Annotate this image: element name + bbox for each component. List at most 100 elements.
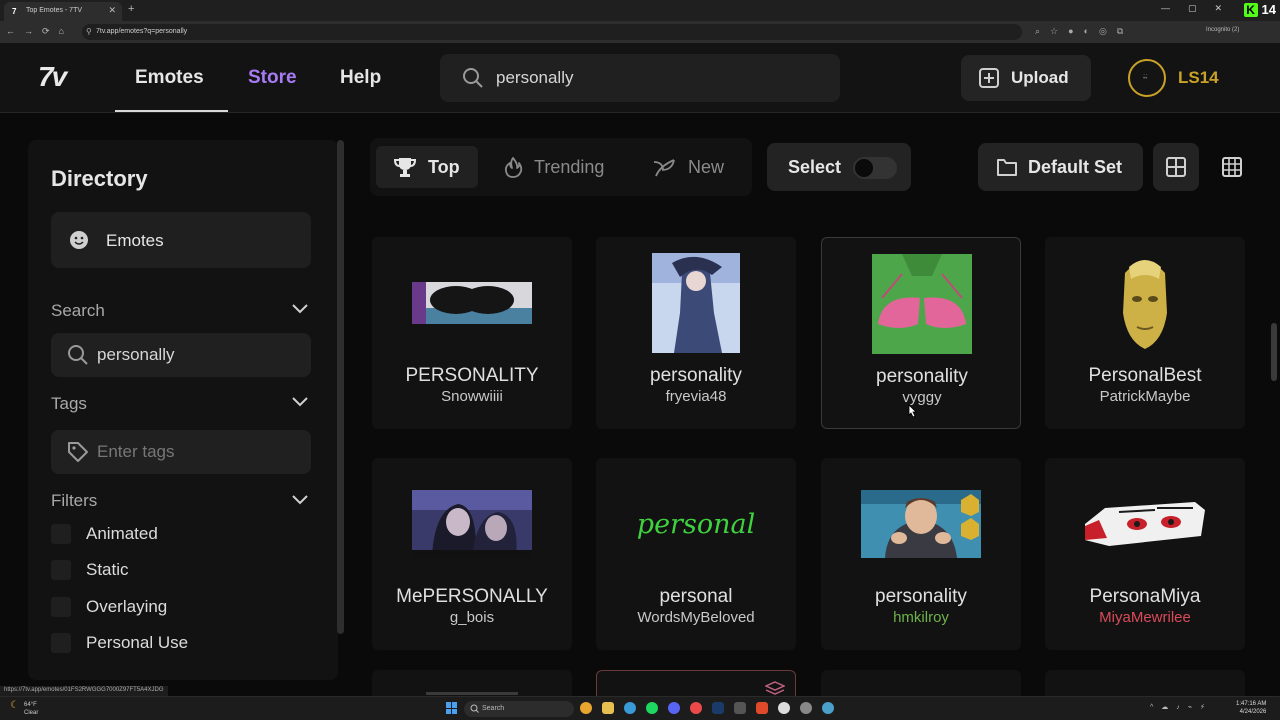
incognito-label[interactable]: Incognito (2) bbox=[1206, 27, 1239, 33]
url-text: 7tv.app/emotes?q=personally bbox=[96, 28, 188, 35]
edge-app-icon[interactable] bbox=[624, 702, 636, 714]
emote-name: PersonaMiya bbox=[1089, 586, 1201, 607]
sidebar-scrollbar[interactable] bbox=[337, 140, 344, 634]
emote-card[interactable]: MePERSONALLY g_bois bbox=[372, 458, 572, 650]
emote-owner[interactable]: MiyaMewrilee bbox=[1045, 609, 1245, 626]
trophy-icon bbox=[394, 158, 416, 177]
system-tray[interactable]: ^☁♪⌁⚡ bbox=[1150, 703, 1213, 711]
emote-name: personality bbox=[876, 366, 968, 387]
large-grid-view-button[interactable] bbox=[1153, 143, 1199, 191]
photoshop-app-icon[interactable] bbox=[712, 702, 724, 714]
clock-time: 1:47:16 AM bbox=[1236, 701, 1267, 707]
search-icon bbox=[470, 704, 479, 713]
select-toggle[interactable]: Select bbox=[767, 143, 911, 191]
terminal-app-icon[interactable] bbox=[734, 702, 746, 714]
address-bar-row: ←→⟳⌂ ⚲ 7tv.app/emotes?q=personally ⌕☆●◐◎… bbox=[0, 21, 1280, 43]
start-button[interactable] bbox=[446, 702, 458, 714]
emote-name: PersonalBest bbox=[1088, 365, 1202, 386]
mouse-cursor-icon bbox=[908, 404, 917, 418]
search-icon bbox=[463, 68, 483, 88]
7tv-logo[interactable]: 7v bbox=[38, 61, 67, 93]
emote-owner[interactable]: fryevia48 bbox=[596, 388, 796, 405]
emote-owner[interactable]: vyggy bbox=[822, 389, 1022, 406]
sidebar-item-emotes[interactable]: Emotes bbox=[51, 212, 311, 268]
default-set-button[interactable]: Default Set bbox=[978, 143, 1143, 191]
tags-section-label: Tags bbox=[51, 394, 87, 413]
file-explorer-icon[interactable] bbox=[602, 702, 614, 714]
url-field[interactable]: ⚲ 7tv.app/emotes?q=personally bbox=[82, 24, 1022, 40]
obs-app-icon[interactable] bbox=[690, 702, 702, 714]
nav-buttons[interactable]: ←→⟳⌂ bbox=[6, 26, 73, 37]
app-icon[interactable] bbox=[822, 702, 834, 714]
steam-app-icon[interactable] bbox=[800, 702, 812, 714]
emote-card[interactable]: PersonalBest PatrickMaybe bbox=[1045, 237, 1245, 429]
7tv-favicon-icon: 7 bbox=[12, 7, 17, 16]
upload-button[interactable]: Upload bbox=[961, 55, 1091, 101]
default-set-label: Default Set bbox=[1028, 157, 1123, 177]
smiley-icon bbox=[70, 231, 88, 249]
emote-owner[interactable]: WordsMyBeloved bbox=[596, 609, 796, 626]
checkbox[interactable] bbox=[51, 633, 71, 653]
site-info-icon[interactable]: ⚲ bbox=[86, 27, 92, 36]
nav-help[interactable]: Help bbox=[340, 67, 381, 89]
chrome-app-icon[interactable] bbox=[580, 702, 592, 714]
toggle-switch[interactable] bbox=[853, 157, 897, 179]
emote-owner[interactable]: hmkilroy bbox=[821, 609, 1021, 626]
sidebar-search[interactable] bbox=[51, 333, 311, 377]
nav-store[interactable]: Store bbox=[248, 67, 297, 89]
clock[interactable]: 1:47:16 AM 4/24/2026 bbox=[1236, 700, 1266, 716]
chevron-down-icon[interactable] bbox=[291, 396, 309, 408]
tab-trending[interactable]: Trending bbox=[490, 146, 620, 188]
browser-tab[interactable]: 7 Top Emotes - 7TV ✕ bbox=[4, 2, 122, 21]
browser-extension-icons[interactable]: ⌕☆●◐◎⧉ bbox=[1035, 26, 1133, 37]
header-search-input[interactable] bbox=[496, 67, 816, 89]
emote-card[interactable]: personality vyggy bbox=[821, 237, 1021, 429]
chevron-down-icon[interactable] bbox=[291, 303, 309, 315]
tab-top[interactable]: Top bbox=[376, 146, 478, 188]
emote-owner[interactable]: g_bois bbox=[372, 609, 572, 626]
folder-icon bbox=[997, 159, 1017, 176]
emote-thumbnail: personal bbox=[636, 474, 756, 574]
kick-extension-badge[interactable]: K 14 bbox=[1243, 2, 1276, 17]
emote-thumbnail bbox=[1085, 474, 1205, 574]
layers-icon bbox=[765, 681, 785, 695]
new-tab-icon[interactable]: + bbox=[128, 3, 134, 15]
checkbox[interactable] bbox=[51, 560, 71, 580]
app-icon[interactable] bbox=[778, 702, 790, 714]
close-tab-icon[interactable]: ✕ bbox=[108, 5, 116, 16]
emote-card[interactable]: personal personal WordsMyBeloved bbox=[596, 458, 796, 650]
discord-app-icon[interactable] bbox=[668, 702, 680, 714]
header-search[interactable] bbox=[440, 54, 840, 102]
checkbox[interactable] bbox=[51, 524, 71, 544]
emote-card[interactable]: personality hmkilroy bbox=[821, 458, 1021, 650]
tags-input[interactable] bbox=[97, 442, 297, 462]
username[interactable]: LS14 bbox=[1178, 68, 1219, 88]
taskbar-search[interactable]: Search bbox=[464, 701, 574, 717]
checkbox[interactable] bbox=[51, 597, 71, 617]
avatar[interactable]: •̀•́ bbox=[1128, 59, 1166, 97]
emote-card[interactable]: PERSONALITY Snowwiiii bbox=[372, 237, 572, 429]
window-controls[interactable]: —▢✕ bbox=[1161, 3, 1240, 14]
tab-label: New bbox=[688, 157, 725, 177]
clock-date: 4/24/2026 bbox=[1239, 709, 1267, 715]
emote-owner[interactable]: Snowwiiii bbox=[372, 388, 572, 405]
brave-app-icon[interactable] bbox=[756, 702, 768, 714]
tab-new[interactable]: New bbox=[640, 146, 740, 188]
filter-label: Animated bbox=[86, 524, 158, 543]
emote-name: personality bbox=[650, 365, 742, 386]
page-scrollbar[interactable] bbox=[1271, 323, 1277, 381]
emote-card[interactable]: personality fryevia48 bbox=[596, 237, 796, 429]
spotify-app-icon[interactable] bbox=[646, 702, 658, 714]
chevron-down-icon[interactable] bbox=[291, 494, 309, 506]
tags-field[interactable] bbox=[51, 430, 311, 474]
nav-emotes[interactable]: Emotes bbox=[135, 67, 204, 89]
small-grid-view-button[interactable] bbox=[1209, 143, 1255, 191]
sprout-icon bbox=[653, 159, 675, 177]
filter-label: Static bbox=[86, 560, 129, 579]
filter-label: Overlaying bbox=[86, 597, 168, 616]
emote-card[interactable]: PersonaMiya MiyaMewrilee bbox=[1045, 458, 1245, 650]
sidebar-search-input[interactable] bbox=[97, 345, 297, 365]
search-section-label: Search bbox=[51, 301, 105, 320]
emote-owner[interactable]: PatrickMaybe bbox=[1045, 388, 1245, 405]
emote-thumbnail bbox=[1085, 253, 1205, 353]
